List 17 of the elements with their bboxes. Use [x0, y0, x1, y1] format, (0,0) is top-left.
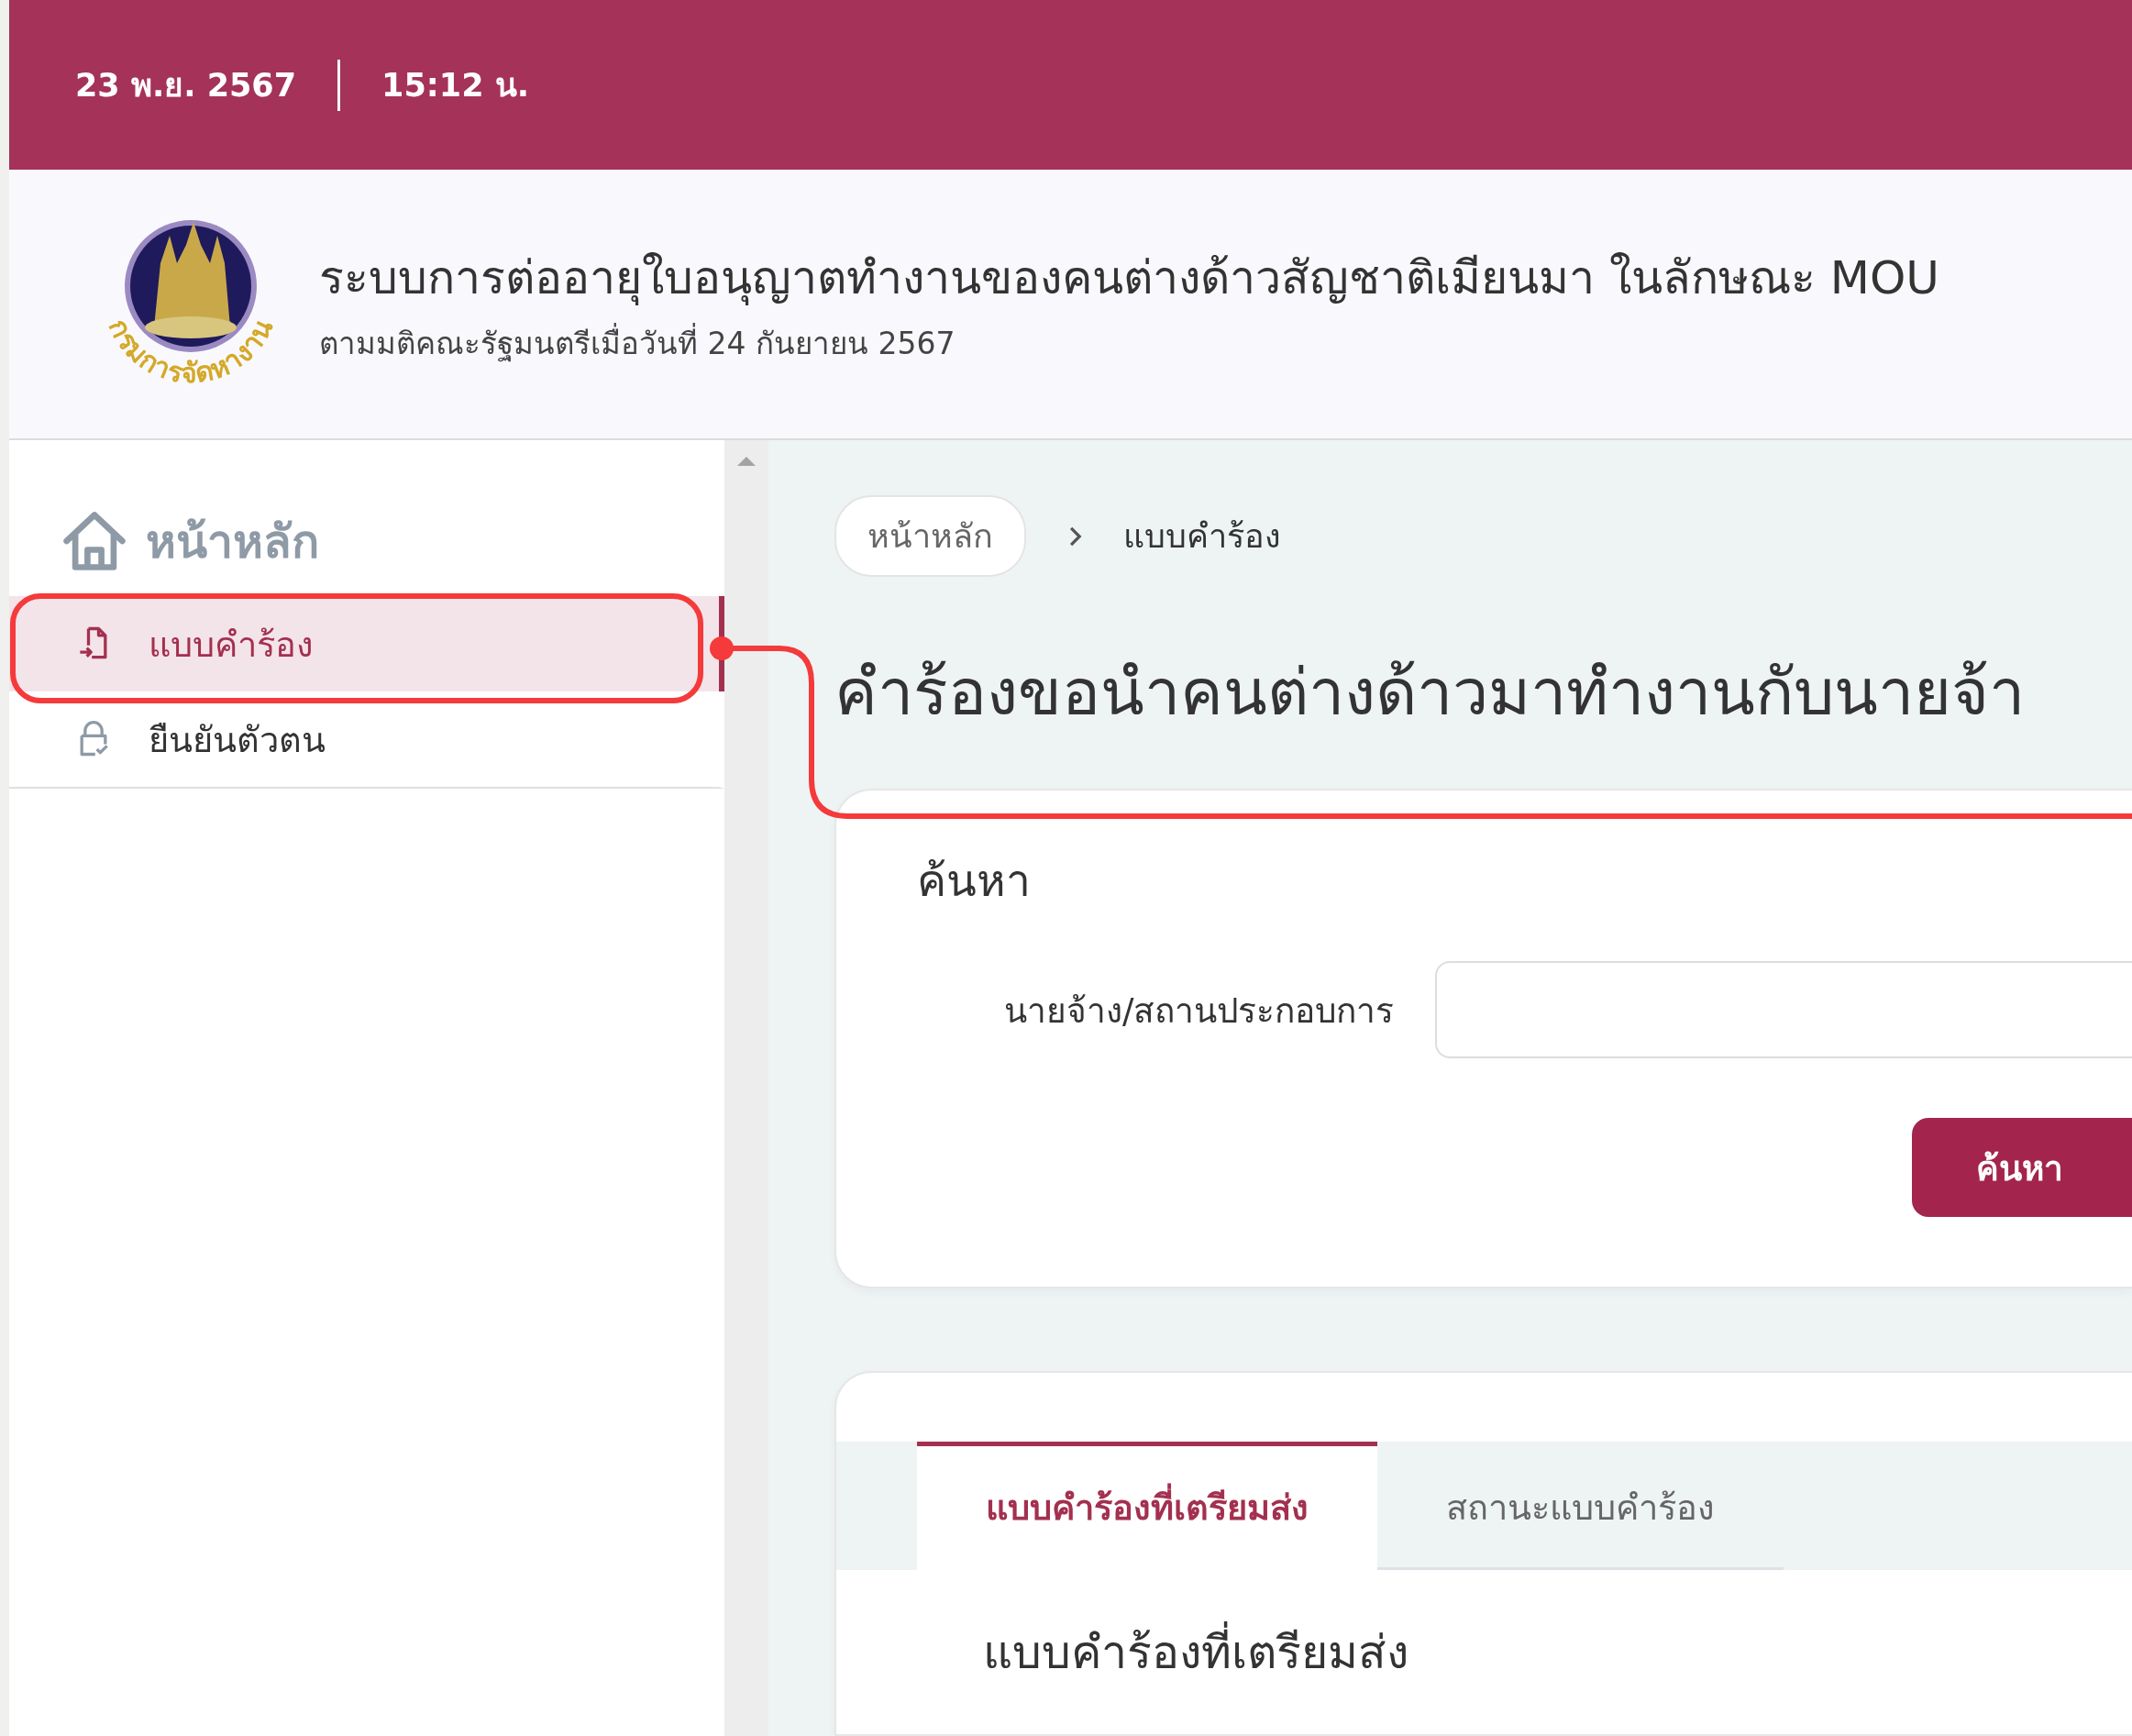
system-subtitle: ตามมติคณะรัฐมนตรีเมื่อวันที่ 24 กันยายน 2567 — [319, 322, 956, 364]
date-text: 23 พ.ย. 2567 — [75, 66, 297, 105]
breadcrumb-link[interactable]: หน้าหลัก — [834, 495, 1026, 577]
page-title: คำร้องขอนำคนต่างด้าวมาทำงานกับนายจ้า — [834, 654, 2025, 732]
system-title: ระบบการต่ออายุใบอนุญาตทำงานของคนต่างด้าวสัญชาติเมียนมา ในลักษณะ MOU — [319, 249, 1939, 307]
sidebar-item[interactable]: แบบคำร้อง — [9, 596, 724, 691]
section-title: แบบคำร้องที่เตรียมส่ง — [836, 1570, 2132, 1688]
breadcrumb-current: แบบคำร้อง — [1123, 516, 1281, 557]
search-button[interactable]: ค้นหา — [1912, 1118, 2132, 1217]
time-text: 15:12 น. — [381, 66, 529, 105]
sidebar-item[interactable]: ยืนยันตัวตน — [9, 691, 724, 789]
search-title: ค้นหา — [916, 854, 1032, 908]
field-label: นายจ้าง/สถานประกอบการ — [1004, 990, 1395, 1033]
employer-input-field[interactable] — [1435, 961, 2132, 1058]
scroll-up-icon[interactable] — [737, 457, 756, 466]
tab[interactable]: แบบคำร้องที่เตรียมส่ง — [917, 1442, 1377, 1570]
tab[interactable]: สถานะแบบคำร้อง — [1377, 1442, 1784, 1570]
